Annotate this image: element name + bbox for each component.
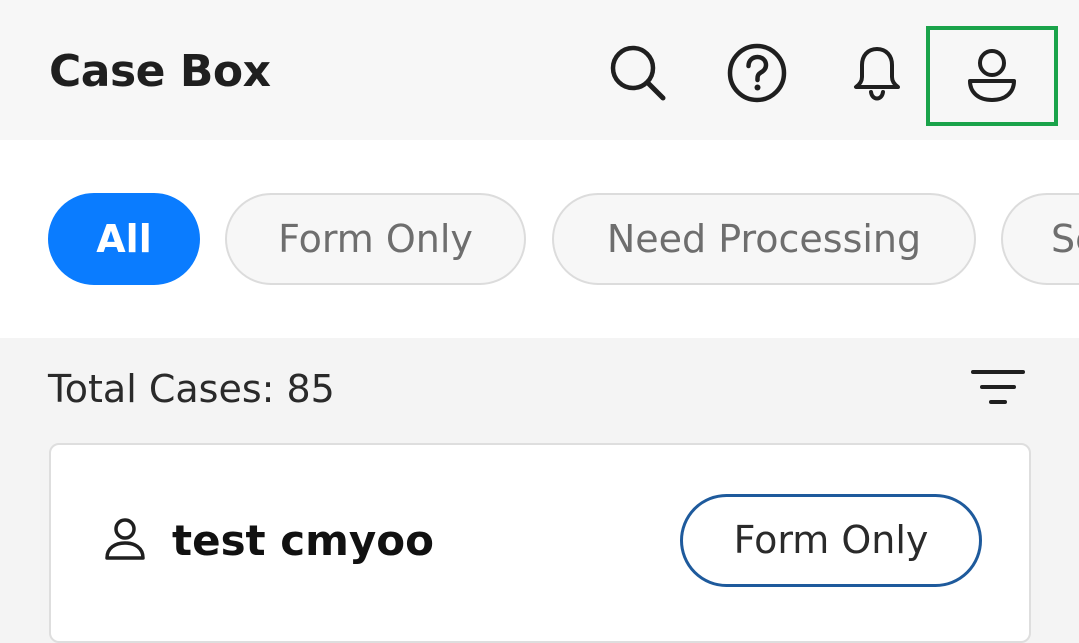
filter-bar: All Form Only Need Processing Se <box>0 140 1079 338</box>
help-button[interactable] <box>720 36 794 110</box>
filter-chip-partial[interactable]: Se <box>1001 193 1079 285</box>
person-icon <box>103 517 147 561</box>
app-header: Case Box <box>0 0 1079 140</box>
sort-icon <box>970 366 1026 410</box>
help-icon <box>725 41 789 105</box>
search-button[interactable] <box>600 36 674 110</box>
case-status-badge: Form Only <box>680 494 982 587</box>
case-name: test cmyoo <box>172 516 435 565</box>
app-title: Case Box <box>49 46 271 97</box>
profile-button[interactable] <box>926 26 1058 126</box>
total-cases-label: Total Cases: 85 <box>48 367 335 411</box>
notifications-button[interactable] <box>840 36 914 110</box>
filter-chip-form-only[interactable]: Form Only <box>225 193 526 285</box>
case-card[interactable]: test cmyoo Form Only <box>49 443 1031 643</box>
profile-icon <box>960 44 1024 108</box>
bell-icon <box>845 41 909 105</box>
filter-chip-need-processing[interactable]: Need Processing <box>552 193 976 285</box>
filter-chip-all[interactable]: All <box>48 193 200 285</box>
sort-button[interactable] <box>964 360 1032 416</box>
search-icon <box>605 41 669 105</box>
